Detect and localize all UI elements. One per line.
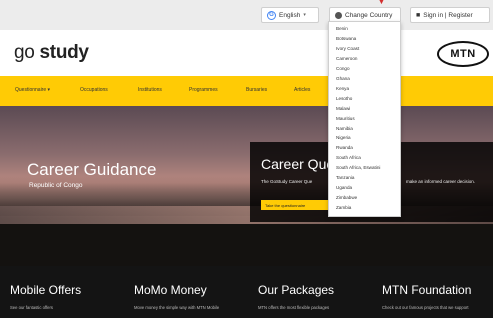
hero-ground xyxy=(0,224,493,266)
mobile-offers-text: See our fantastic offers xyxy=(10,305,53,310)
hero-title: Career Guidance xyxy=(27,160,157,179)
momo-money-title[interactable]: MoMo Money xyxy=(134,283,207,297)
country-option[interactable]: Nigeria xyxy=(336,135,351,140)
pointer-arrow-icon: ▼ xyxy=(378,0,385,6)
logo-study: study xyxy=(39,42,89,63)
mtn-logo[interactable]: MTN xyxy=(437,41,489,67)
country-option[interactable]: Benin xyxy=(336,26,348,31)
country-option[interactable]: Ghana xyxy=(336,76,350,81)
nav-item-occupations[interactable]: Occupations xyxy=(80,87,108,93)
country-option[interactable]: Ivory Coast xyxy=(336,46,359,51)
mtn-foundation-title[interactable]: MTN Foundation xyxy=(382,283,471,297)
momo-money-text: Move money the simple way with MTN Mobil… xyxy=(134,305,220,310)
our-packages-text: MTN offers the most flexible packages xyxy=(258,305,330,310)
nav-item-articles[interactable]: Articles xyxy=(294,87,310,93)
offers-strip: Mobile Offers See our fantastic offers M… xyxy=(0,266,493,318)
country-option[interactable]: Zambia xyxy=(336,205,351,210)
country-option[interactable]: Uganda xyxy=(336,185,352,190)
country-option[interactable]: Tanzania xyxy=(336,175,354,180)
country-option[interactable]: Namibia xyxy=(336,126,353,131)
signin-label: Sign in | Register xyxy=(423,11,473,19)
site-header: go study MTN xyxy=(0,30,493,76)
chevron-down-icon: ▾ xyxy=(303,12,306,18)
gostudy-logo[interactable]: go study xyxy=(14,42,89,64)
nav-item-bursaries[interactable]: Bursaries xyxy=(246,87,267,93)
quiz-title: Career Que xyxy=(261,156,335,172)
country-dropdown: Benin Botswana Ivory Coast Cameroon Congo Gha… xyxy=(328,21,401,217)
nav-item-programmes[interactable]: Programmes xyxy=(189,87,218,93)
hero-banner: Career Guidance Republic of Congo Career… xyxy=(0,106,493,266)
our-packages-title[interactable]: Our Packages xyxy=(258,283,334,297)
country-option[interactable]: Mauritius xyxy=(336,116,355,121)
language-label: English xyxy=(279,11,301,19)
country-option[interactable]: Malawi xyxy=(336,106,350,111)
country-option[interactable]: Congo xyxy=(336,66,350,71)
country-option[interactable]: Kenya xyxy=(336,86,349,91)
country-option[interactable]: South Africa xyxy=(336,155,361,160)
quiz-description: The GoStudy Career Que xyxy=(261,179,313,184)
country-option[interactable]: Zimbabwe xyxy=(336,195,357,200)
country-option[interactable]: Botswana xyxy=(336,36,356,41)
country-option[interactable]: Rwanda xyxy=(336,145,353,150)
logo-go: go xyxy=(14,42,35,63)
take-questionnaire-button[interactable]: Take the questionnaire xyxy=(261,200,329,210)
country-option[interactable]: Lesotho xyxy=(336,96,352,101)
nav-item-institutions[interactable]: Institutions xyxy=(138,87,162,93)
mtn-logo-text: MTN xyxy=(450,48,476,60)
quiz-description-end: make an informed career decision. xyxy=(406,179,476,184)
main-nav: Questionnaire ▾ Occupations Institutions… xyxy=(0,76,493,106)
mobile-offers-title[interactable]: Mobile Offers xyxy=(10,283,81,297)
signin-register-link[interactable]: ■ Sign in | Register xyxy=(410,7,490,23)
hero-subtitle: Republic of Congo xyxy=(29,182,83,189)
change-country-label: Change Country xyxy=(345,11,393,19)
mtn-foundation-text: Check out our famous projects that we su… xyxy=(382,305,469,310)
google-g-icon: G xyxy=(267,10,276,20)
user-icon: ■ xyxy=(416,11,421,19)
country-option[interactable]: South Africa, Eswatini xyxy=(336,165,380,170)
top-bar: G English ▾ Change Country ■ Sign in | R… xyxy=(0,0,493,30)
nav-item-questionnaire[interactable]: Questionnaire ▾ xyxy=(15,87,50,93)
language-selector[interactable]: G English ▾ xyxy=(261,7,319,23)
globe-icon xyxy=(335,11,342,19)
country-option[interactable]: Cameroon xyxy=(336,56,357,61)
